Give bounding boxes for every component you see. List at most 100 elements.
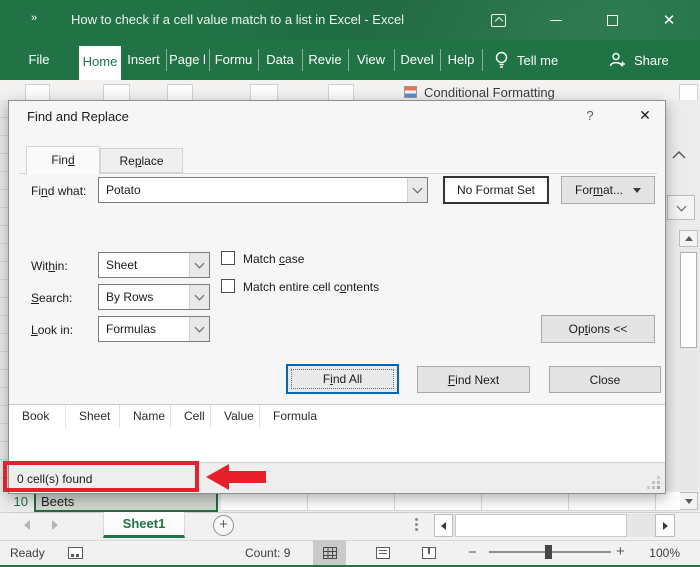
- chevron-down-icon: [412, 183, 423, 194]
- maximize-icon: [606, 14, 618, 26]
- tab-file[interactable]: File: [14, 40, 64, 80]
- tab-page-layout[interactable]: Page l: [166, 40, 209, 80]
- ribbon-display-options-button[interactable]: [488, 12, 508, 28]
- share-person-icon: [609, 52, 625, 67]
- tab-replace-label: Re: [119, 154, 135, 168]
- tab-find-label: Fin: [51, 153, 68, 167]
- tab-home[interactable]: Home: [79, 46, 121, 80]
- match-case-checkbox[interactable]: [221, 251, 235, 265]
- options-button[interactable]: Op t ions <<: [541, 315, 655, 343]
- within-select[interactable]: Sheet: [98, 252, 210, 278]
- tab-view[interactable]: View: [348, 40, 394, 80]
- triangle-up-icon: [684, 236, 693, 241]
- tab-data[interactable]: Data: [258, 40, 302, 80]
- hscroll-right-button[interactable]: [655, 514, 675, 537]
- share-label: Share: [634, 52, 669, 68]
- page-break-view-button[interactable]: [412, 540, 446, 565]
- format-button[interactable]: For m at...: [561, 176, 655, 204]
- formula-bar-expand-button[interactable]: [667, 195, 695, 220]
- splitter-dots-icon[interactable]: [415, 518, 418, 521]
- zoom-percentage[interactable]: 100%: [642, 546, 680, 560]
- row-header-10[interactable]: 10: [0, 492, 36, 512]
- excel-window: » How to check if a cell value match to …: [0, 0, 700, 567]
- search-value: By Rows: [106, 290, 154, 304]
- find-what-label: Find what:: [31, 184, 87, 198]
- sheet-tab-sheet1[interactable]: Sheet1: [103, 512, 185, 538]
- within-value: Sheet: [106, 258, 138, 272]
- normal-view-button[interactable]: [313, 540, 346, 565]
- grid-view-icon: [322, 546, 337, 559]
- worksheet-cells[interactable]: [221, 492, 680, 511]
- find-what-input[interactable]: Potato: [98, 177, 428, 203]
- zoom-slider-handle[interactable]: [545, 545, 552, 559]
- window-title: How to check if a cell value match to a …: [71, 12, 405, 27]
- horizontal-scrollbar-thumb[interactable]: [455, 514, 627, 537]
- scroll-down-button[interactable]: [679, 492, 698, 510]
- arrow-head: [206, 464, 229, 490]
- tab-insert[interactable]: Insert: [121, 40, 166, 80]
- tab-replace-accel: p: [134, 154, 142, 168]
- annotation-red-arrow: [206, 464, 268, 490]
- title-bar: » How to check if a cell value match to …: [0, 0, 700, 40]
- conditional-formatting-button[interactable]: Conditional Formatting: [424, 85, 555, 100]
- triangle-left-icon: [441, 521, 446, 530]
- tab-formulas[interactable]: Formu: [209, 40, 258, 80]
- results-column-value[interactable]: Value: [211, 405, 260, 428]
- tab-help[interactable]: Help: [440, 40, 482, 80]
- match-entire-checkbox[interactable]: [221, 279, 235, 293]
- page-break-icon: [422, 546, 436, 559]
- hscroll-left-button[interactable]: [434, 514, 453, 537]
- find-replace-dialog: Find and Replace ? ✕ Find Replace Find w…: [8, 100, 666, 494]
- search-dropdown-button[interactable]: [189, 285, 209, 309]
- macro-record-icon[interactable]: [68, 547, 83, 559]
- add-sheet-button[interactable]: +: [213, 515, 234, 536]
- results-column-cell[interactable]: Cell: [171, 405, 211, 428]
- search-select[interactable]: By Rows: [98, 284, 210, 310]
- worksheet-left-sliver: [0, 100, 8, 494]
- look-in-select[interactable]: Formulas: [98, 316, 210, 342]
- search-results-list: Book Sheet Name Cell Value Formula: [9, 404, 665, 462]
- vertical-scrollbar-thumb[interactable]: [680, 252, 697, 348]
- dialog-close-button[interactable]: ✕: [635, 107, 655, 124]
- scroll-up-button[interactable]: [679, 230, 698, 247]
- find-what-dropdown-button[interactable]: [407, 178, 427, 202]
- tab-developer[interactable]: Devel: [394, 40, 440, 80]
- tab-review[interactable]: Revie: [302, 40, 348, 80]
- find-all-button[interactable]: Fi nd All: [286, 364, 399, 394]
- separator: [440, 49, 441, 71]
- results-column-name[interactable]: Name: [120, 405, 171, 428]
- tab-find[interactable]: Find: [26, 146, 100, 174]
- cell-a10[interactable]: Beets: [36, 492, 218, 512]
- dialog-help-button[interactable]: ?: [581, 108, 599, 123]
- tell-me-button[interactable]: Tell me: [494, 40, 558, 80]
- tab-replace[interactable]: Replace: [100, 148, 183, 173]
- results-column-book[interactable]: Book: [9, 405, 66, 428]
- share-button[interactable]: Share: [608, 40, 669, 80]
- close-button[interactable]: ✕: [659, 10, 679, 30]
- results-column-sheet[interactable]: Sheet: [66, 405, 120, 428]
- sheet-nav-next-button[interactable]: [52, 520, 58, 530]
- triangle-down-icon: [684, 498, 693, 504]
- results-column-formula[interactable]: Formula: [260, 405, 350, 428]
- within-dropdown-button[interactable]: [189, 253, 209, 277]
- conditional-formatting-icon: [404, 86, 417, 98]
- collapse-ribbon-chevron-icon[interactable]: [671, 150, 687, 160]
- separator: [394, 49, 395, 71]
- arrow-tail: [228, 471, 266, 483]
- find-next-button[interactable]: Find Next: [417, 366, 530, 393]
- count-status: Count: 9: [245, 546, 291, 560]
- maximize-button[interactable]: [602, 12, 622, 28]
- sheet-nav-prev-button[interactable]: [24, 520, 30, 530]
- chevron-down-icon: [194, 258, 205, 269]
- zoom-in-button[interactable]: +: [616, 543, 625, 560]
- resize-grip[interactable]: [657, 486, 660, 489]
- no-format-set-preview: No Format Set: [443, 176, 549, 204]
- close-dialog-button[interactable]: Close: [549, 366, 661, 393]
- lightbulb-icon: [495, 51, 508, 68]
- page-layout-view-button[interactable]: [366, 540, 400, 565]
- quick-access-toolbar-icon[interactable]: »: [31, 12, 37, 24]
- zoom-out-button[interactable]: −: [468, 544, 477, 561]
- minimize-button[interactable]: [546, 12, 566, 28]
- look-in-dropdown-button[interactable]: [189, 317, 209, 341]
- caret-down-icon: [633, 187, 641, 193]
